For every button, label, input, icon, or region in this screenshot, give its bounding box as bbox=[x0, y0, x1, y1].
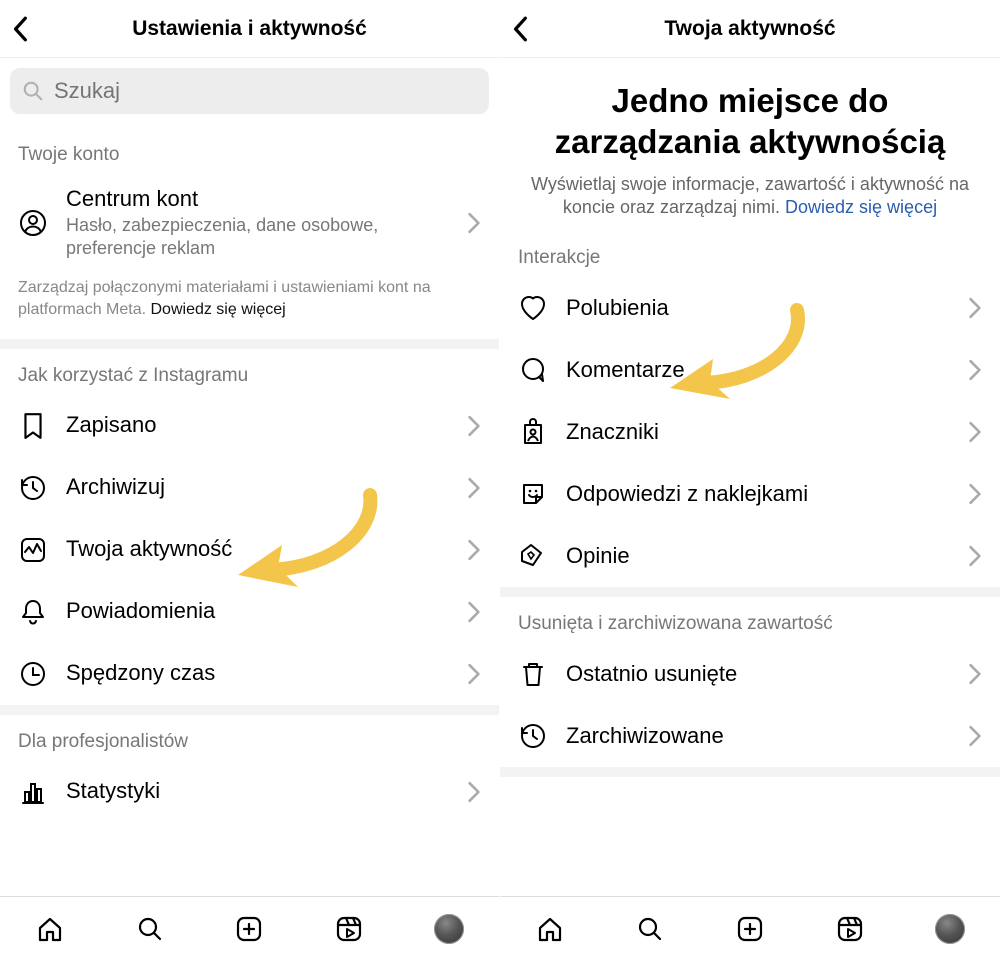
sticker-icon bbox=[518, 479, 548, 509]
nav-home[interactable] bbox=[35, 914, 65, 944]
learn-more-link[interactable]: Dowiedz się więcej bbox=[151, 301, 286, 318]
list-item-notifications[interactable]: Powiadomienia bbox=[0, 581, 499, 643]
section-separator bbox=[0, 339, 499, 349]
chevron-right-icon bbox=[968, 297, 982, 319]
nav-profile[interactable] bbox=[434, 914, 464, 944]
row-title: Ostatnio usunięte bbox=[566, 661, 942, 687]
chevron-right-icon bbox=[467, 781, 481, 803]
row-title: Centrum kont bbox=[66, 186, 441, 212]
row-subtitle: Hasło, zabezpieczenia, dane osobowe, pre… bbox=[66, 214, 441, 259]
nav-reels[interactable] bbox=[835, 914, 865, 944]
list-item-tags[interactable]: Znaczniki bbox=[500, 401, 1000, 463]
tag-person-icon bbox=[518, 417, 548, 447]
nav-search[interactable] bbox=[135, 914, 165, 944]
list-item-time-spent[interactable]: Spędzony czas bbox=[0, 643, 499, 705]
chevron-left-icon bbox=[510, 16, 532, 42]
row-title: Opinie bbox=[566, 543, 942, 569]
row-title: Odpowiedzi z naklejkami bbox=[566, 481, 942, 507]
chevron-right-icon bbox=[467, 663, 481, 685]
section-title-interactions: Interakcje bbox=[500, 225, 1000, 277]
chevron-right-icon bbox=[467, 415, 481, 437]
nav-search[interactable] bbox=[635, 914, 665, 944]
bottom-nav bbox=[0, 896, 499, 960]
chevron-right-icon bbox=[968, 725, 982, 747]
row-title: Spędzony czas bbox=[66, 660, 441, 686]
page-title: Ustawienia i aktywność bbox=[132, 17, 367, 41]
chevron-right-icon bbox=[968, 545, 982, 567]
hero: Jedno miejsce do zarządzania aktywnością… bbox=[500, 58, 1000, 225]
comment-icon bbox=[518, 355, 548, 385]
meta-note: Zarządzaj połączonymi materiałami i usta… bbox=[0, 271, 499, 338]
list-item-stats[interactable]: Statystyki bbox=[0, 761, 499, 823]
row-title: Archiwizuj bbox=[66, 474, 441, 500]
chevron-left-icon bbox=[10, 16, 32, 42]
bookmark-icon bbox=[18, 411, 48, 441]
section-title-pro: Dla profesjonalistów bbox=[0, 715, 499, 761]
list-item-your-activity[interactable]: Twoja aktywność bbox=[0, 519, 499, 581]
list-item-recently-deleted[interactable]: Ostatnio usunięte bbox=[500, 643, 1000, 705]
row-title: Znaczniki bbox=[566, 419, 942, 445]
chevron-right-icon bbox=[968, 483, 982, 505]
bell-icon bbox=[18, 597, 48, 627]
chevron-right-icon bbox=[467, 477, 481, 499]
activity-icon bbox=[18, 535, 48, 565]
chevron-right-icon bbox=[968, 663, 982, 685]
user-circle-icon bbox=[18, 208, 48, 238]
clock-icon bbox=[18, 659, 48, 689]
row-title: Powiadomienia bbox=[66, 598, 441, 624]
list-item-sticker-replies[interactable]: Odpowiedzi z naklejkami bbox=[500, 463, 1000, 525]
list-item-reviews[interactable]: Opinie bbox=[500, 525, 1000, 587]
heart-icon bbox=[518, 293, 548, 323]
trash-icon bbox=[518, 659, 548, 689]
search-field[interactable] bbox=[52, 77, 477, 105]
row-title: Polubienia bbox=[566, 295, 942, 321]
section-title-usage: Jak korzystać z Instagramu bbox=[0, 349, 499, 395]
learn-more-link[interactable]: Dowiedz się więcej bbox=[785, 197, 937, 217]
back-button[interactable] bbox=[10, 16, 32, 42]
chevron-right-icon bbox=[968, 421, 982, 443]
list-item-archive[interactable]: Archiwizuj bbox=[0, 457, 499, 519]
nav-home[interactable] bbox=[535, 914, 565, 944]
nav-create[interactable] bbox=[735, 914, 765, 944]
back-button[interactable] bbox=[510, 16, 532, 42]
page-title: Twoja aktywność bbox=[664, 17, 835, 41]
avatar-icon bbox=[935, 914, 965, 944]
nav-reels[interactable] bbox=[334, 914, 364, 944]
bottom-nav bbox=[500, 896, 1000, 960]
list-item-likes[interactable]: Polubienia bbox=[500, 277, 1000, 339]
avatar-icon bbox=[434, 914, 464, 944]
section-title-deleted: Usunięta i zarchiwizowana zawartość bbox=[500, 597, 1000, 643]
row-title: Zarchiwizowane bbox=[566, 723, 942, 749]
list-item-comments[interactable]: Komentarze bbox=[500, 339, 1000, 401]
row-title: Komentarze bbox=[566, 357, 942, 383]
header: Twoja aktywność bbox=[500, 0, 1000, 58]
list-item-archived[interactable]: Zarchiwizowane bbox=[500, 705, 1000, 767]
header: Ustawienia i aktywność bbox=[0, 0, 499, 58]
chevron-right-icon bbox=[467, 539, 481, 561]
archived-icon bbox=[518, 721, 548, 751]
section-separator bbox=[0, 705, 499, 715]
stats-icon bbox=[18, 777, 48, 807]
account-center-row[interactable]: Centrum kont Hasło, zabezpieczenia, dane… bbox=[0, 174, 499, 271]
row-title: Statystyki bbox=[66, 778, 441, 804]
search-input[interactable] bbox=[10, 68, 489, 114]
nav-profile[interactable] bbox=[935, 914, 965, 944]
chevron-right-icon bbox=[467, 212, 481, 234]
row-title: Twoja aktywność bbox=[66, 536, 441, 562]
list-item-saved[interactable]: Zapisano bbox=[0, 395, 499, 457]
settings-pane: Ustawienia i aktywność Twoje konto Centr… bbox=[0, 0, 500, 960]
activity-pane: Twoja aktywność Jedno miejsce do zarządz… bbox=[500, 0, 1000, 960]
archive-icon bbox=[18, 473, 48, 503]
chevron-right-icon bbox=[467, 601, 481, 623]
section-title-account: Twoje konto bbox=[0, 122, 499, 174]
section-separator bbox=[500, 587, 1000, 597]
opinion-icon bbox=[518, 541, 548, 571]
row-title: Zapisano bbox=[66, 412, 441, 438]
search-icon bbox=[22, 80, 44, 102]
chevron-right-icon bbox=[968, 359, 982, 381]
hero-title: Jedno miejsce do zarządzania aktywnością bbox=[520, 80, 980, 163]
nav-create[interactable] bbox=[234, 914, 264, 944]
section-separator bbox=[500, 767, 1000, 777]
